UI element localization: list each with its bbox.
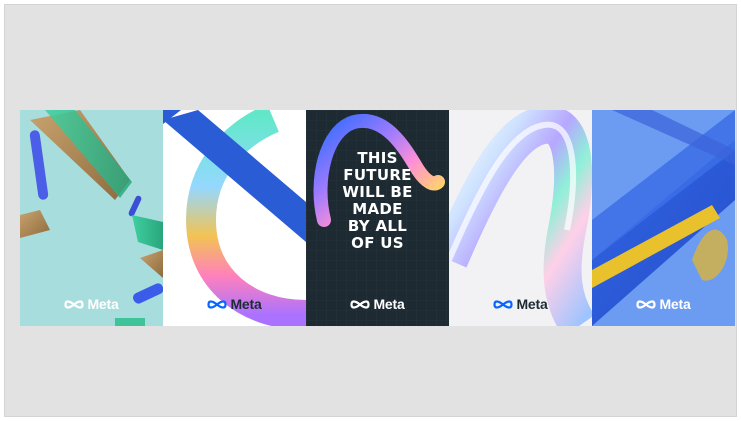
- meta-infinity-icon: [636, 299, 657, 309]
- poster-1-logo: Meta: [20, 296, 163, 312]
- brand-wordmark: Meta: [230, 296, 262, 312]
- poster-1-art: [20, 110, 163, 326]
- meta-infinity-icon: [64, 299, 85, 309]
- poster-5: Meta: [592, 110, 735, 326]
- headline-line: WILL BE: [342, 183, 413, 201]
- headline-line: BY ALL: [347, 217, 408, 235]
- poster-4: Meta: [449, 110, 592, 326]
- poster-1: Meta: [20, 110, 163, 326]
- meta-infinity-icon: [350, 299, 371, 309]
- meta-infinity-icon: [207, 299, 228, 309]
- poster-2-art: [163, 110, 306, 326]
- poster-2: Meta: [163, 110, 306, 326]
- meta-infinity-icon: [493, 299, 514, 309]
- poster-2-logo: Meta: [163, 296, 306, 312]
- poster-5-logo: Meta: [592, 296, 735, 312]
- poster-strip: Meta Meta THIS FUTURE WILL BE MADE BY AL…: [20, 110, 735, 326]
- brand-wordmark: Meta: [659, 296, 691, 312]
- headline-line: OF US: [351, 234, 404, 252]
- brand-wordmark: Meta: [373, 296, 405, 312]
- headline-line: THIS: [357, 149, 398, 167]
- headline-line: FUTURE: [343, 166, 412, 184]
- poster-4-art: [449, 110, 592, 326]
- brand-wordmark: Meta: [516, 296, 548, 312]
- poster-headline: THIS FUTURE WILL BE MADE BY ALL OF US: [306, 150, 449, 252]
- poster-3: THIS FUTURE WILL BE MADE BY ALL OF US Me…: [306, 110, 449, 326]
- brand-wordmark: Meta: [87, 296, 119, 312]
- poster-4-logo: Meta: [449, 296, 592, 312]
- poster-3-logo: Meta: [306, 296, 449, 312]
- headline-line: MADE: [352, 200, 403, 218]
- poster-5-art: [592, 110, 735, 326]
